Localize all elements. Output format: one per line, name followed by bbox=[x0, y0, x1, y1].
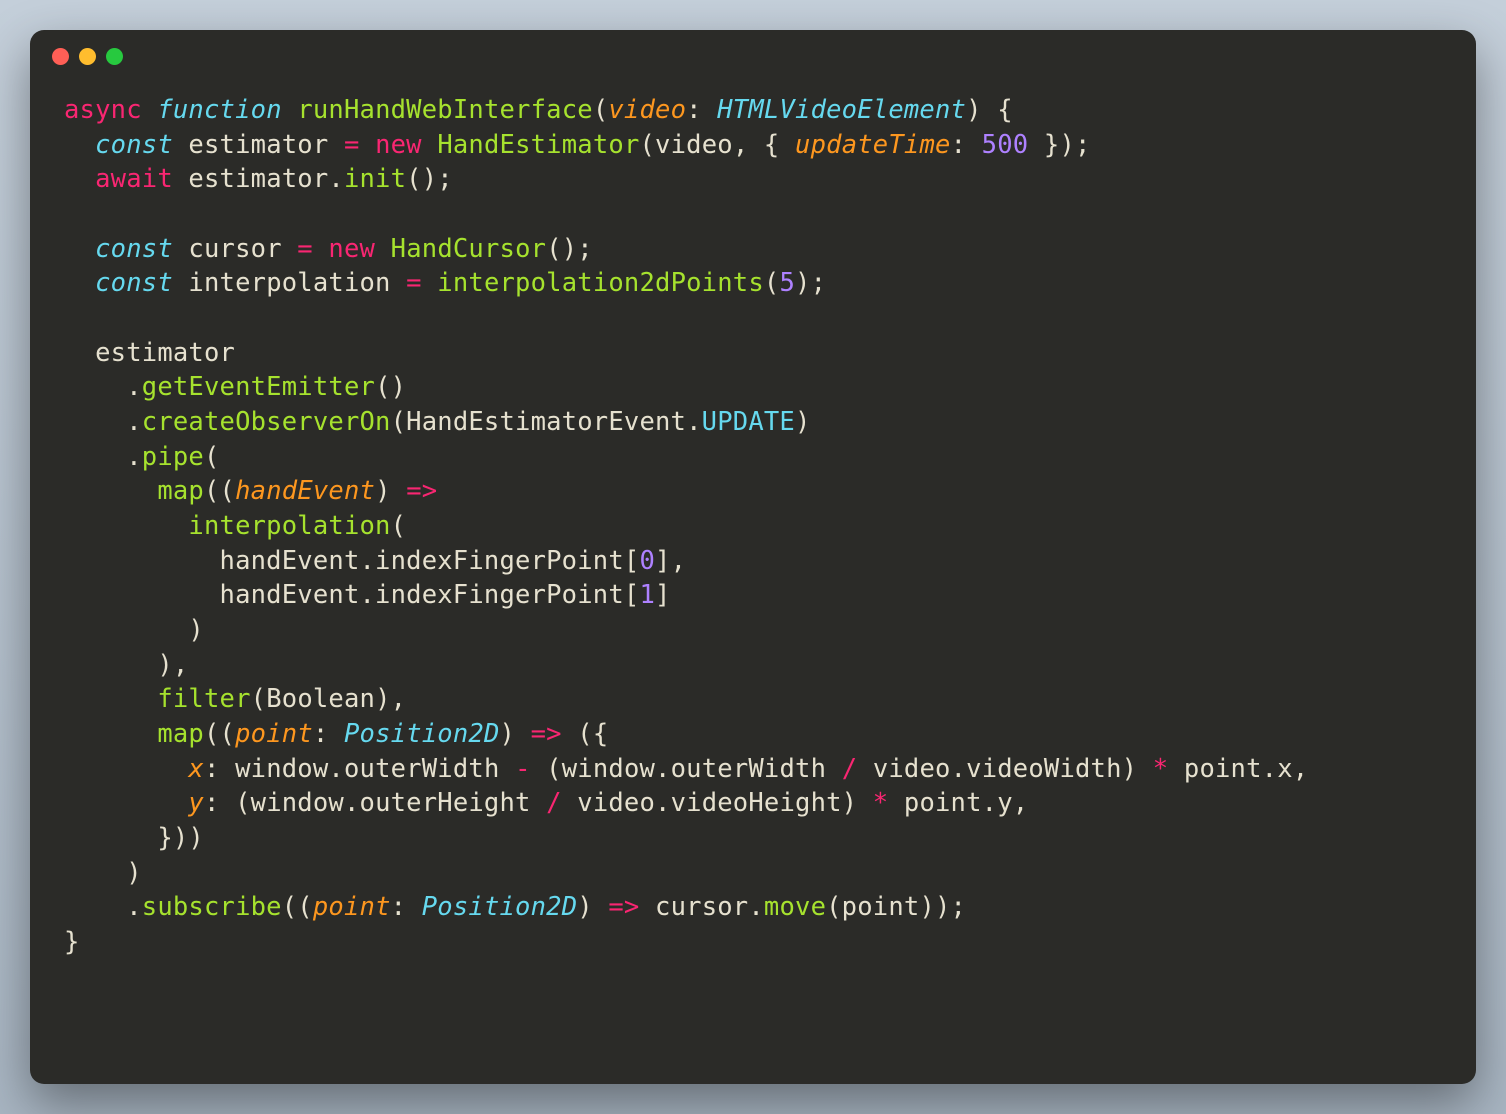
close-icon[interactable] bbox=[52, 48, 69, 65]
minimize-icon[interactable] bbox=[79, 48, 96, 65]
maximize-icon[interactable] bbox=[106, 48, 123, 65]
window-titlebar bbox=[30, 30, 1476, 65]
code-window: async function runHandWebInterface(video… bbox=[30, 30, 1476, 1084]
code-content: async function runHandWebInterface(video… bbox=[30, 65, 1476, 994]
